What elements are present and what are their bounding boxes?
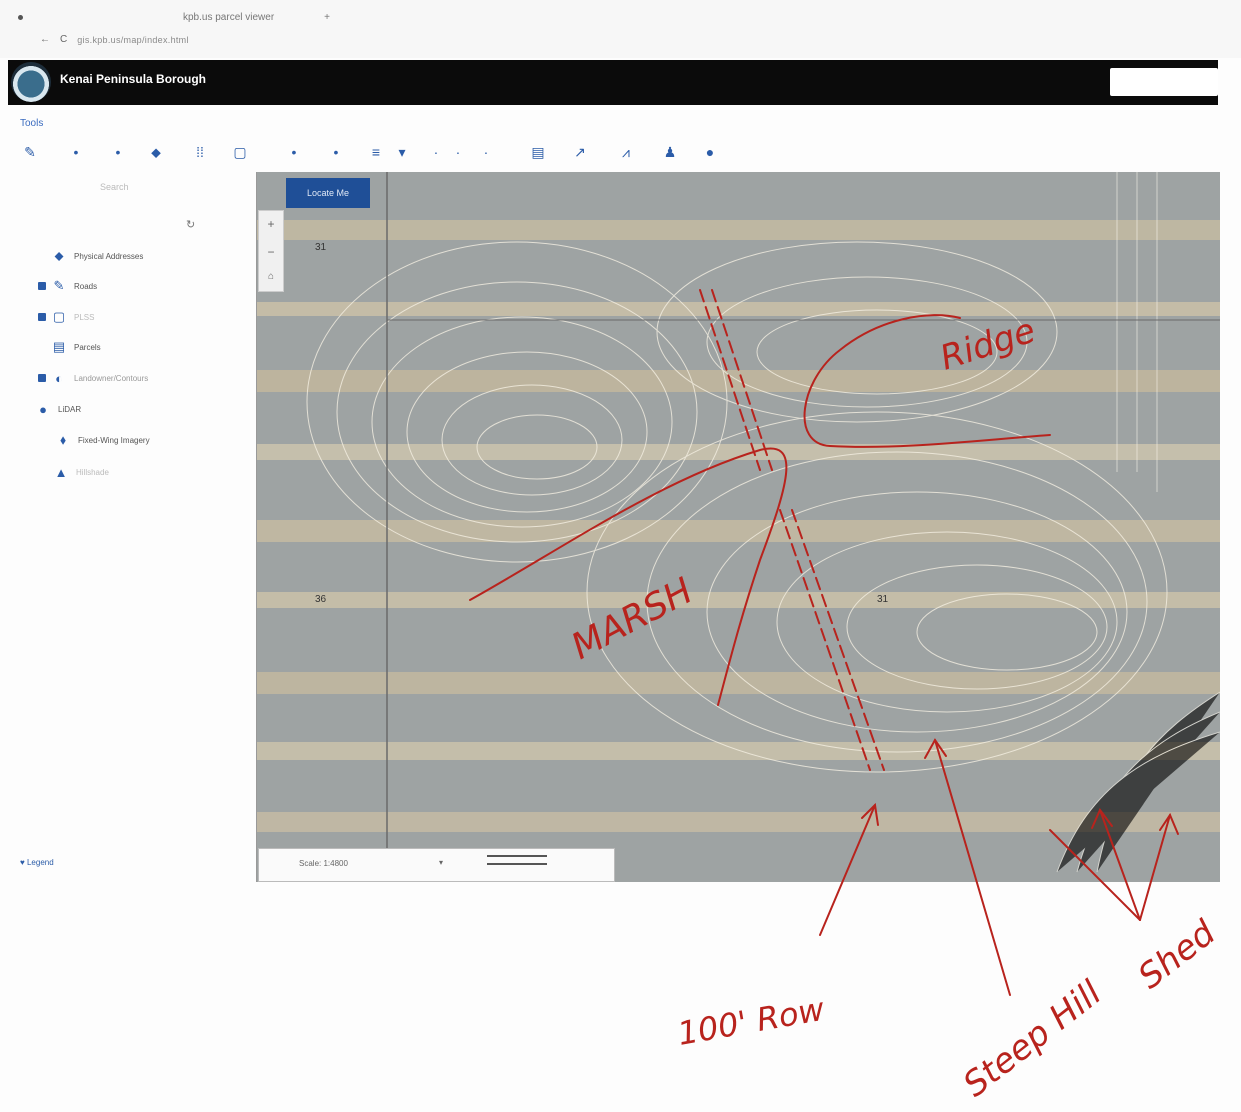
home-icon[interactable]: ⌂ (259, 271, 283, 282)
hillshade-icon: ▲ (54, 464, 68, 480)
point2-icon[interactable]: • (108, 140, 128, 164)
share-icon[interactable]: ↗ (570, 140, 590, 164)
lidar-icon: ● (39, 401, 47, 417)
address-row: ← C gis.kpb.us/map/index.html (40, 34, 189, 45)
new-tab-icon[interactable]: + (324, 12, 330, 23)
dot2-icon[interactable]: · (448, 140, 468, 164)
dropdown-icon[interactable]: ▾ (439, 858, 443, 867)
browser-chrome: kpb.us parcel viewer + ← C gis.kpb.us/ma… (0, 0, 1241, 58)
person-icon[interactable]: ♟ (660, 140, 680, 164)
marker-icon[interactable]: ⬥ (146, 140, 166, 164)
section-label: 31 (877, 594, 889, 605)
zoom-control[interactable]: + − ⌂ (258, 210, 284, 292)
legend-link[interactable]: ♥ Legend (20, 858, 54, 867)
layer-item[interactable]: ▲ Hillshade (14, 462, 109, 482)
print-icon[interactable]: ▤ (528, 140, 548, 164)
section-label: 31 (315, 242, 327, 253)
tab-favicon-icon (18, 14, 23, 20)
map-toolbar: ✎ • • ⬥ ⁞⁞ ▢ • • ≡ ▾ · · · ▤ ↗ ⩘ ♟ ● (20, 140, 740, 166)
pin-icon: ⬥ (54, 248, 64, 263)
refresh-icon[interactable]: ↻ (186, 218, 195, 231)
scale-graphic (487, 855, 547, 865)
browser-tab-title[interactable]: kpb.us parcel viewer (183, 12, 274, 23)
parcel-icon: ▤ (52, 339, 66, 354)
header-search-input[interactable] (1110, 68, 1218, 96)
locate-button[interactable]: Locate Me (286, 178, 370, 208)
dot-icon[interactable]: · (426, 140, 446, 164)
road-icon: ✎ (53, 278, 65, 293)
list-icon[interactable]: ≡ (366, 140, 386, 164)
draw-icon[interactable]: ✎ (20, 140, 40, 164)
scale-bar: Scale: 1:4800 ▾ (258, 848, 615, 882)
layer-search-input[interactable]: Search (100, 182, 129, 192)
zoom-out-icon[interactable]: − (259, 245, 283, 259)
point-icon[interactable]: • (66, 140, 86, 164)
grid-select-icon[interactable]: ⁞⁞ (190, 140, 210, 164)
layer-checkbox[interactable] (38, 282, 46, 290)
dropdown-icon[interactable]: ▾ (392, 140, 412, 164)
layer-item[interactable]: ● LiDAR (14, 399, 81, 419)
info-icon[interactable]: ● (700, 140, 720, 164)
layer-checkbox[interactable] (38, 374, 46, 382)
address-bar[interactable]: gis.kpb.us/map/index.html (77, 35, 189, 45)
scale-select[interactable]: Scale: 1:4800 (299, 859, 348, 868)
layer-item[interactable]: ◐ Landowner/Contours (14, 368, 148, 388)
layer-item[interactable]: ⬥ Physical Addresses (14, 246, 143, 266)
dot3-icon[interactable]: · (476, 140, 496, 164)
grid-icon: ▢ (52, 309, 66, 324)
contour-icon: ◐ (55, 370, 63, 386)
box-select-icon[interactable]: ▢ (230, 140, 250, 164)
app-header: Kenai Peninsula Borough (8, 60, 1218, 105)
imagery-icon: ⬧ (60, 432, 66, 447)
borough-logo (11, 62, 51, 102)
shed-label: Shed (1131, 913, 1223, 997)
zoom-in-icon[interactable]: + (259, 217, 283, 231)
back-icon[interactable]: ← (40, 34, 50, 45)
measure-line-icon[interactable]: • (326, 140, 346, 164)
section-label: 36 (315, 594, 327, 605)
steep-hill-label: Steep Hill (956, 973, 1110, 1105)
tools-menu-link[interactable]: Tools (20, 118, 43, 129)
row-label: 100' Row (675, 990, 828, 1053)
reload-icon[interactable]: C (60, 34, 67, 45)
layer-item[interactable]: ▢ PLSS (14, 307, 94, 327)
layer-item[interactable]: ✎ Roads (14, 276, 97, 296)
layer-sidebar: Search ↻ ⬥ Physical Addresses ✎ Roads ▢ … (0, 176, 255, 886)
layer-item[interactable]: ⬧ Fixed-Wing Imagery (14, 430, 150, 450)
chart-icon[interactable]: ⩘ (616, 140, 636, 164)
app-title: Kenai Peninsula Borough (60, 72, 207, 86)
map-canvas[interactable]: 31 36 31 (256, 172, 1220, 882)
measure-point-icon[interactable]: • (284, 140, 304, 164)
layer-item[interactable]: ▤ Parcels (14, 337, 101, 357)
map-imagery: 31 36 31 (257, 172, 1220, 882)
layer-checkbox[interactable] (38, 313, 46, 321)
browser-tab-strip[interactable]: kpb.us parcel viewer + (18, 8, 330, 26)
